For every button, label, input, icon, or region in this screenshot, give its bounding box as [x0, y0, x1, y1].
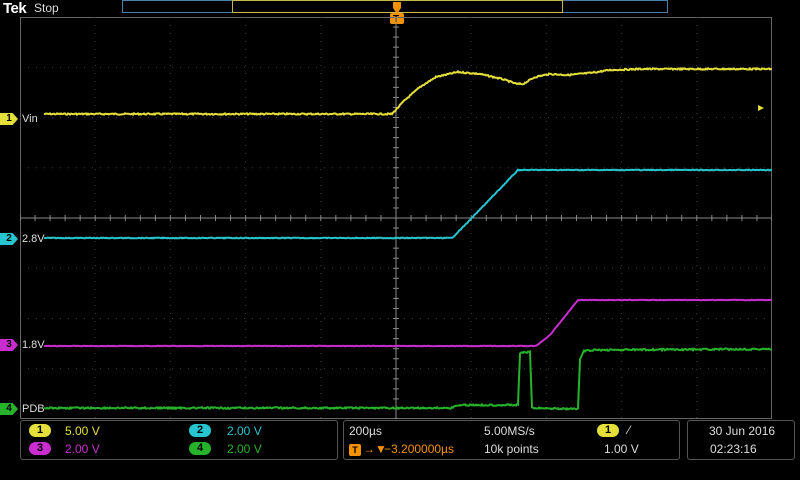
channel-4-waveform [43, 347, 772, 411]
record-length[interactable]: 10k points [484, 442, 539, 456]
channel-2-badge[interactable]: 2 [189, 424, 211, 437]
channel-1-waveform [43, 66, 772, 117]
horizontal-trigger-panel[interactable]: 200µs 5.00MS/s 1 ⁄ T →▼ −3.200000µs 10k … [343, 420, 680, 460]
channel-2-marker[interactable]: 2 [0, 233, 18, 245]
channel-2-label: 2.8V [22, 233, 45, 245]
channel-3-scale[interactable]: 2.00 V [65, 442, 100, 456]
channel-4-scale[interactable]: 2.00 V [227, 442, 262, 456]
channel-1-badge[interactable]: 1 [29, 424, 51, 437]
channel-1-marker[interactable]: 1 [0, 113, 18, 125]
graticule [20, 17, 772, 419]
datetime-panel: 30 Jun 2016 02:23:16 [687, 420, 795, 460]
waveform-display[interactable] [20, 17, 772, 419]
channel-3-waveform [43, 298, 772, 348]
trigger-level-icon [758, 105, 764, 111]
channel-4-badge[interactable]: 4 [189, 442, 211, 455]
channel-4-label: PDB [22, 403, 45, 415]
channel-3-label: 1.8V [22, 339, 45, 351]
channel-4-marker[interactable]: 4 [0, 403, 18, 415]
channel-3-badge[interactable]: 3 [29, 442, 51, 455]
channel-2-scale[interactable]: 2.00 V [227, 424, 262, 438]
top-bar: Tek Stop T [0, 0, 800, 25]
channel-1-label: Vin [22, 113, 38, 125]
rising-edge-icon[interactable]: ⁄ [628, 423, 630, 437]
trigger-level[interactable]: 1.00 V [604, 442, 639, 456]
trigger-source-badge[interactable]: 1 [597, 424, 619, 437]
channel-scale-panel[interactable]: 1 5.00 V 2 2.00 V 3 2.00 V 4 2.00 V [20, 420, 338, 460]
channel-3-marker[interactable]: 3 [0, 339, 18, 351]
channel-2-waveform [43, 168, 772, 240]
trigger-position-icon: T [349, 444, 361, 456]
acquisition-state[interactable]: Stop [34, 1, 59, 15]
channel-1-scale[interactable]: 5.00 V [65, 424, 100, 438]
brand-logo: Tek [3, 0, 27, 17]
time-per-division[interactable]: 200µs [349, 424, 382, 438]
date: 30 Jun 2016 [709, 424, 776, 438]
horizontal-position[interactable]: −3.200000µs [384, 442, 454, 456]
sample-rate: 5.00MS/s [484, 424, 535, 438]
time: 02:23:16 [710, 442, 757, 456]
